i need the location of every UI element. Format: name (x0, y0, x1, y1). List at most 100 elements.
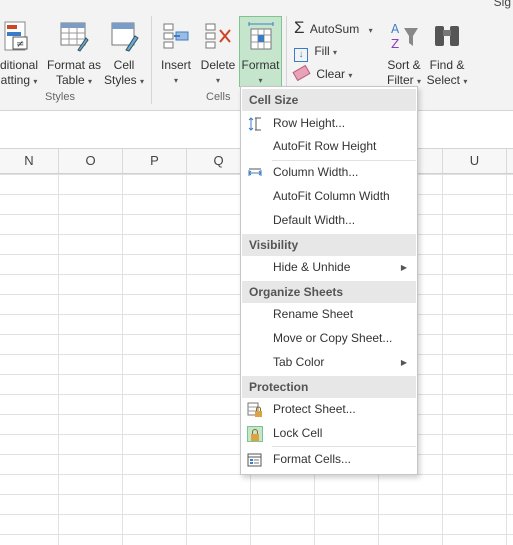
insert-cells-icon (157, 20, 195, 56)
format-dropdown-menu: Cell Size Row Height... AutoFit Row Heig… (240, 86, 418, 475)
chevron-down-icon: ▾ (417, 77, 422, 86)
conditional-formatting-label-1: ditional (0, 58, 39, 72)
format-cells-icon (240, 20, 281, 56)
section-organize-sheets: Organize Sheets (242, 281, 416, 303)
format-as-table-label-1: Format as (46, 58, 101, 72)
cell-styles-button[interactable]: Cell Styles ▾ (104, 20, 144, 89)
column-width-icon (247, 165, 263, 181)
sort-filter-button[interactable]: A Z Sort & Filter ▾ (384, 20, 424, 89)
protect-sheet-icon (247, 402, 263, 418)
tab-color-label: Tab Color (273, 355, 325, 369)
section-cell-size: Cell Size (242, 89, 416, 111)
chevron-down-icon: ▾ (333, 48, 338, 57)
binoculars-icon (426, 20, 468, 56)
delete-cells-icon (199, 20, 237, 56)
menu-item-default-width[interactable]: Default Width... (242, 209, 416, 232)
format-as-table-icon (46, 20, 102, 56)
lock-icon (247, 426, 263, 442)
cells-group-label: Cells (206, 91, 231, 103)
clear-label: Clear (316, 67, 346, 81)
protect-sheet-label: Protect Sheet... (273, 402, 356, 416)
column-width-label: Column Width... (273, 165, 359, 179)
autosum-label: AutoSum (309, 22, 360, 36)
format-cells-dialog-icon (247, 452, 263, 468)
conditional-formatting-icon: ≠ (0, 20, 42, 56)
grid-line (186, 174, 187, 545)
format-cells-label: Format Cells... (273, 452, 352, 466)
fill-label: Fill (314, 44, 330, 58)
default-width-label: Default Width... (273, 213, 356, 227)
conditional-formatting-label-2: atting (0, 73, 30, 87)
find-select-button[interactable]: Find & Select ▾ (426, 20, 468, 89)
row-height-icon (247, 116, 263, 132)
chevron-down-icon: ▾ (348, 71, 353, 80)
cell-styles-icon (104, 20, 144, 56)
grid-line (58, 174, 59, 545)
sort-filter-icon: A Z (384, 20, 424, 56)
find-select-label-1: Find & (429, 58, 465, 72)
conditional-formatting-button[interactable]: ≠ ditional atting ▾ (0, 20, 42, 89)
menu-item-autofit-column-width[interactable]: AutoFit Column Width (242, 185, 416, 208)
chevron-down-icon: ▾ (173, 76, 178, 85)
sigma-icon: Σ (294, 18, 305, 37)
format-as-table-label-2: Table (55, 73, 85, 87)
sort-filter-label-1: Sort & (387, 58, 421, 72)
svg-text:Z: Z (391, 37, 399, 51)
chevron-down-icon: ▾ (140, 77, 145, 86)
column-header-u[interactable]: U (443, 149, 507, 173)
menu-separator (272, 446, 416, 447)
group-separator (151, 16, 152, 104)
sign-in-link[interactable]: Sig (494, 0, 511, 9)
svg-text:≠: ≠ (16, 39, 24, 50)
menu-item-move-copy-sheet[interactable]: Move or Copy Sheet... (242, 327, 416, 350)
clear-button[interactable]: Clear ▾ (292, 64, 353, 84)
chevron-down-icon: ▾ (463, 77, 468, 86)
format-label: Format (241, 58, 280, 72)
fill-button[interactable]: ↓ Fill ▾ (294, 41, 338, 62)
grid-line (506, 174, 507, 545)
menu-item-format-cells[interactable]: Format Cells... (242, 448, 416, 471)
menu-item-protect-sheet[interactable]: Protect Sheet... (242, 398, 416, 421)
column-header-n[interactable]: N (0, 149, 59, 173)
grid-line (122, 174, 123, 545)
column-header-o[interactable]: O (59, 149, 123, 173)
find-select-label-2: Select (426, 73, 460, 87)
autosum-button[interactable]: Σ AutoSum ▾ (294, 18, 373, 38)
section-visibility: Visibility (242, 234, 416, 256)
submenu-arrow-icon: ▶ (400, 263, 407, 272)
menu-item-lock-cell[interactable]: Lock Cell (242, 422, 416, 445)
chevron-down-icon: ▾ (368, 26, 373, 35)
format-as-table-button[interactable]: Format as Table ▾ (46, 20, 102, 89)
menu-item-autofit-row-height[interactable]: AutoFit Row Height (242, 135, 416, 158)
autofit-row-height-label: AutoFit Row Height (273, 139, 377, 153)
grid-line (442, 174, 443, 545)
section-protection: Protection (242, 376, 416, 398)
hide-unhide-label: Hide & Unhide (273, 260, 351, 274)
insert-label: Insert (160, 58, 191, 72)
menu-item-rename-sheet[interactable]: Rename Sheet (242, 303, 416, 326)
menu-item-hide-unhide[interactable]: Hide & Unhide ▶ (242, 256, 416, 279)
chevron-down-icon: ▾ (33, 77, 38, 86)
rename-sheet-label: Rename Sheet (273, 307, 354, 321)
submenu-arrow-icon: ▶ (400, 358, 407, 367)
menu-item-tab-color[interactable]: Tab Color ▶ (242, 351, 416, 374)
row-height-label: Row Height... (273, 116, 346, 130)
insert-button[interactable]: Insert ▾ (157, 20, 195, 88)
svg-text:A: A (391, 22, 400, 36)
styles-group-label: Styles (45, 91, 75, 103)
lock-cell-label: Lock Cell (273, 426, 323, 440)
menu-item-column-width[interactable]: Column Width... (242, 161, 416, 184)
cell-styles-label-1: Cell (113, 58, 135, 72)
format-button[interactable]: Format ▾ (239, 16, 282, 87)
chevron-down-icon: ▾ (88, 77, 93, 86)
menu-item-row-height[interactable]: Row Height... (242, 112, 416, 135)
cell-styles-label-2: Styles (104, 73, 137, 87)
sort-filter-label-2: Filter (386, 73, 414, 87)
column-header-p[interactable]: P (123, 149, 187, 173)
move-copy-sheet-label: Move or Copy Sheet... (273, 331, 393, 345)
eraser-icon (292, 64, 311, 82)
delete-button[interactable]: Delete ▾ (199, 20, 237, 88)
fill-down-icon: ↓ (294, 48, 308, 62)
autofit-column-width-label: AutoFit Column Width (273, 189, 390, 203)
chevron-down-icon: ▾ (215, 76, 220, 85)
